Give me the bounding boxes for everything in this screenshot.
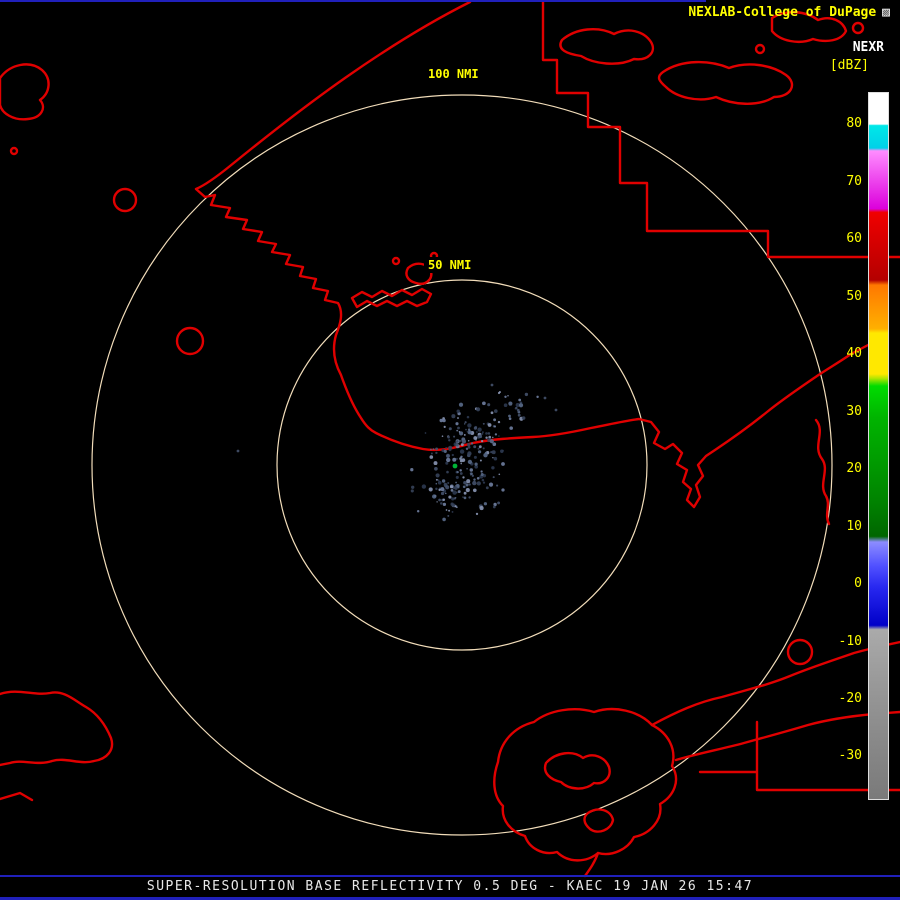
islet xyxy=(756,45,764,53)
colorbar-tick: 50 xyxy=(818,289,862,305)
radar-display: NEXLAB-College of DuPage▨ NEXR [dBZ] 80 … xyxy=(0,0,900,900)
islet xyxy=(393,258,399,264)
lake-northeast-1 xyxy=(560,29,652,64)
logo-icon: ▨ xyxy=(882,5,890,20)
brand-label: NEXLAB-College of DuPage xyxy=(688,5,876,20)
colorbar-tick: 10 xyxy=(818,519,862,535)
colorbar-tick: -20 xyxy=(818,691,862,707)
radar-echoes xyxy=(237,384,558,522)
colorbar-product-code: NEXR xyxy=(853,40,884,55)
product-title: SUPER-RESOLUTION BASE REFLECTIVITY 0.5 D… xyxy=(0,879,900,894)
river-southeast-upper xyxy=(652,642,900,725)
header-brand: NEXLAB-College of DuPage ▨ xyxy=(688,5,890,20)
colorbar-tick: 80 xyxy=(818,116,862,132)
range-ring-label-100nmi: 100 NMI xyxy=(424,66,483,82)
reflectivity-colorbar xyxy=(868,92,889,800)
bottom-frame-line xyxy=(0,875,900,877)
radar-map-canvas xyxy=(0,0,900,900)
island-south-inner-2 xyxy=(584,809,613,831)
island-northwest xyxy=(0,64,49,119)
colorbar-units: [dBZ] xyxy=(830,58,869,73)
range-ring-100nmi xyxy=(92,95,832,835)
range-ring-label-50nmi: 50 NMI xyxy=(424,257,475,273)
colorbar-tick: 30 xyxy=(818,404,862,420)
coastline-southwest xyxy=(0,692,112,765)
colorbar-tick: 60 xyxy=(818,231,862,247)
map-outlines xyxy=(0,0,900,876)
island-south-inner-1 xyxy=(545,753,610,788)
range-rings xyxy=(92,95,832,835)
colorbar-tick: -30 xyxy=(818,748,862,764)
island-circle-southwest xyxy=(177,328,203,354)
range-ring-50nmi xyxy=(277,280,647,650)
island-circle-west xyxy=(114,189,136,211)
islet xyxy=(11,148,17,154)
river-southeast-lower xyxy=(676,712,900,760)
colorbar-tick: 40 xyxy=(818,346,862,362)
coastline-southwest-spur xyxy=(0,793,32,800)
colorbar-tick: -10 xyxy=(818,634,862,650)
coastline-lagoon xyxy=(352,289,431,307)
colorbar-tick: 20 xyxy=(818,461,862,477)
islet xyxy=(853,23,863,33)
colorbar-tick: 0 xyxy=(818,576,862,592)
lake-circle-southeast xyxy=(788,640,812,664)
lake-northeast-2 xyxy=(659,62,792,104)
colorbar-tick: 70 xyxy=(818,174,862,190)
top-frame-line xyxy=(0,0,706,2)
